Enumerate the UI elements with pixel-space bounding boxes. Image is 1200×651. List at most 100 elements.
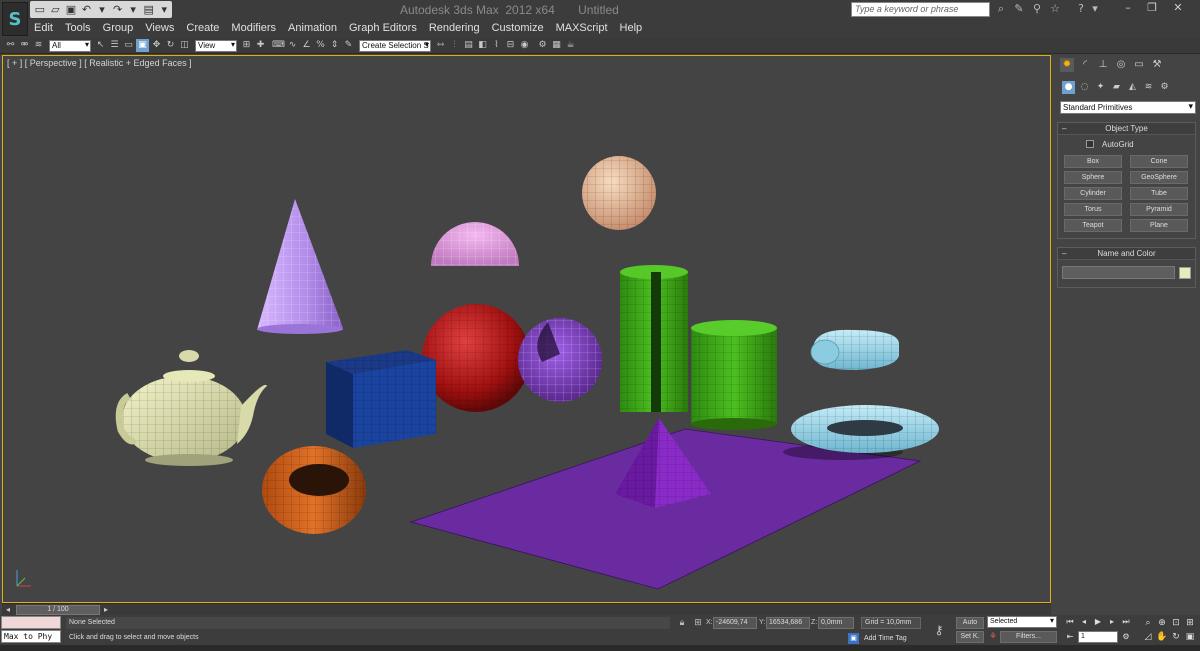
add-time-tag-button[interactable]: Add Time Tag bbox=[864, 633, 907, 645]
menu-maxscript[interactable]: MAXScript bbox=[550, 20, 614, 36]
primitive-category-select[interactable]: Standard Primitives bbox=[1060, 101, 1196, 114]
collapse-icon[interactable]: – bbox=[1062, 123, 1066, 135]
utilities-tab-icon[interactable]: ⚒ bbox=[1150, 58, 1164, 72]
key-mode-toggle-icon[interactable]: ⇤ bbox=[1064, 631, 1076, 643]
key-filters-icon[interactable]: ⚘ bbox=[987, 631, 999, 643]
object-name-input[interactable] bbox=[1062, 266, 1175, 279]
orbit-icon[interactable]: ↻ bbox=[1170, 631, 1182, 643]
name-and-color-header[interactable]: – Name and Color bbox=[1058, 248, 1195, 260]
redo-dropdown-icon[interactable]: ▾ bbox=[125, 3, 141, 17]
search-input[interactable]: Type a keyword or phrase bbox=[851, 2, 990, 17]
time-configuration-icon[interactable]: ⚙ bbox=[1120, 631, 1132, 643]
binoculars-icon[interactable]: ⌕ bbox=[994, 2, 1008, 16]
help-icon[interactable]: ? bbox=[1074, 2, 1088, 16]
select-and-rotate-icon[interactable]: ↻ bbox=[164, 39, 177, 52]
maxscript-listener-field[interactable] bbox=[1, 616, 61, 629]
viewport-label[interactable]: [ + ] [ Perspective ] [ Realistic + Edge… bbox=[7, 58, 192, 68]
restore-icon[interactable]: ❐ bbox=[1140, 0, 1164, 17]
edit-named-selection-icon[interactable]: ✎ bbox=[342, 39, 355, 52]
zoom-all-icon[interactable]: ⊕ bbox=[1156, 617, 1168, 629]
menu-rendering[interactable]: Rendering bbox=[423, 20, 486, 36]
geosphere-button[interactable]: GeoSphere bbox=[1130, 171, 1188, 184]
create-tab-icon[interactable]: ✹ bbox=[1060, 58, 1074, 72]
play-icon[interactable]: ▶ bbox=[1092, 616, 1104, 628]
zoom-extents-all-icon[interactable]: ⊞ bbox=[1184, 617, 1196, 629]
object-type-header[interactable]: – Object Type bbox=[1058, 123, 1195, 135]
select-by-name-icon[interactable]: ☰ bbox=[108, 39, 121, 52]
reference-coordinate-select[interactable]: View bbox=[195, 39, 237, 52]
display-tab-icon[interactable]: ▭ bbox=[1132, 58, 1146, 72]
select-object-icon[interactable]: ↖ bbox=[94, 39, 107, 52]
modify-tab-icon[interactable]: ◜ bbox=[1078, 58, 1092, 72]
select-and-scale-icon[interactable]: ◫ bbox=[178, 39, 191, 52]
menu-help[interactable]: Help bbox=[614, 20, 649, 36]
window-crossing-icon[interactable]: ▣ bbox=[136, 39, 149, 52]
select-and-move-icon[interactable]: ✥ bbox=[150, 39, 163, 52]
curve-editor-icon[interactable]: ⌇ bbox=[490, 39, 503, 52]
systems-icon[interactable]: ⚙ bbox=[1158, 81, 1171, 94]
menu-customize[interactable]: Customize bbox=[486, 20, 550, 36]
object-color-swatch[interactable] bbox=[1179, 266, 1191, 279]
cylinder-button[interactable]: Cylinder bbox=[1064, 187, 1122, 200]
field-of-view-icon[interactable]: ◿ bbox=[1142, 631, 1154, 643]
material-editor-icon[interactable]: ◉ bbox=[518, 39, 531, 52]
set-keys-key-icon[interactable]: ⚷ bbox=[928, 623, 950, 637]
manipulate-icon[interactable]: ✚ bbox=[254, 39, 267, 52]
cone-button[interactable]: Cone bbox=[1130, 155, 1188, 168]
perspective-viewport[interactable]: [ + ] [ Perspective ] [ Realistic + Edge… bbox=[2, 55, 1051, 603]
lights-icon[interactable]: ✦ bbox=[1094, 81, 1107, 94]
align-icon[interactable]: ⫶ bbox=[448, 39, 461, 52]
mirror-icon[interactable]: ⇿ bbox=[434, 39, 447, 52]
redo-icon[interactable]: ↷ bbox=[110, 3, 126, 17]
go-to-start-icon[interactable]: ⏮ bbox=[1064, 616, 1076, 628]
zoom-extents-icon[interactable]: ⊡ bbox=[1170, 617, 1182, 629]
angle-snap-icon[interactable]: ∠ bbox=[300, 39, 313, 52]
tube-button[interactable]: Tube bbox=[1130, 187, 1188, 200]
z-coordinate-field[interactable]: 0,0mm bbox=[818, 617, 854, 629]
collapse-icon[interactable]: – bbox=[1062, 248, 1066, 260]
application-button[interactable]: S bbox=[2, 2, 28, 36]
teapot-button[interactable]: Teapot bbox=[1064, 219, 1122, 232]
undo-icon[interactable]: ↶ bbox=[79, 3, 95, 17]
rendered-frame-window-icon[interactable]: ▦ bbox=[550, 39, 563, 52]
customize-dropdown-icon[interactable]: ▾ bbox=[157, 3, 173, 17]
selection-filter-select[interactable]: All bbox=[49, 39, 91, 52]
menu-group[interactable]: Group bbox=[97, 20, 140, 36]
time-slider[interactable]: ◂ 1 / 100 ▸ bbox=[2, 603, 1051, 615]
percent-snap-icon[interactable]: % bbox=[314, 39, 327, 52]
close-icon[interactable]: ✕ bbox=[1166, 0, 1190, 17]
motion-tab-icon[interactable]: ◎ bbox=[1114, 58, 1128, 72]
graphite-toggle-icon[interactable]: ◧ bbox=[476, 39, 489, 52]
render-setup-icon[interactable]: ⚙ bbox=[536, 39, 549, 52]
zoom-icon[interactable]: ⌕ bbox=[1142, 617, 1154, 629]
set-key-button[interactable]: Set K. bbox=[956, 631, 984, 643]
current-frame-field[interactable]: 1 bbox=[1078, 631, 1118, 643]
hierarchy-tab-icon[interactable]: ⊥ bbox=[1096, 58, 1110, 72]
layer-manager-icon[interactable]: ▤ bbox=[462, 39, 475, 52]
next-frame-icon[interactable]: ▸ bbox=[1106, 616, 1118, 628]
minimize-icon[interactable]: – bbox=[1116, 0, 1140, 17]
auto-key-button[interactable]: Auto bbox=[956, 617, 984, 629]
space-warps-icon[interactable]: ≋ bbox=[1142, 81, 1155, 94]
project-folder-icon[interactable]: ▤ bbox=[141, 3, 157, 17]
subscription-icon[interactable]: ✎ bbox=[1012, 2, 1026, 16]
plane-button[interactable]: Plane bbox=[1130, 219, 1188, 232]
time-tag-icon[interactable]: ▣ bbox=[848, 633, 859, 644]
schematic-view-icon[interactable]: ⊟ bbox=[504, 39, 517, 52]
select-and-link-icon[interactable]: ⚯ bbox=[4, 39, 17, 52]
bind-space-warp-icon[interactable]: ≋ bbox=[32, 39, 45, 52]
y-coordinate-field[interactable]: 16534,686 bbox=[766, 617, 810, 629]
key-filters-button[interactable]: Filters... bbox=[1000, 631, 1057, 643]
unlink-icon[interactable]: ⚮ bbox=[18, 39, 31, 52]
menu-edit[interactable]: Edit bbox=[28, 20, 59, 36]
pivot-center-icon[interactable]: ⊞ bbox=[240, 39, 253, 52]
sphere-button[interactable]: Sphere bbox=[1064, 171, 1122, 184]
menu-graph-editors[interactable]: Graph Editors bbox=[343, 20, 423, 36]
communication-center-icon[interactable]: ⚲ bbox=[1030, 2, 1044, 16]
menu-modifiers[interactable]: Modifiers bbox=[225, 20, 282, 36]
selection-lock-icon[interactable]: 🔒︎ bbox=[676, 617, 688, 629]
geometry-icon[interactable]: ● bbox=[1062, 80, 1075, 94]
pyramid-button[interactable]: Pyramid bbox=[1130, 203, 1188, 216]
maximize-viewport-icon[interactable]: ▣ bbox=[1184, 631, 1196, 643]
shapes-icon[interactable]: ◌ bbox=[1078, 81, 1091, 94]
